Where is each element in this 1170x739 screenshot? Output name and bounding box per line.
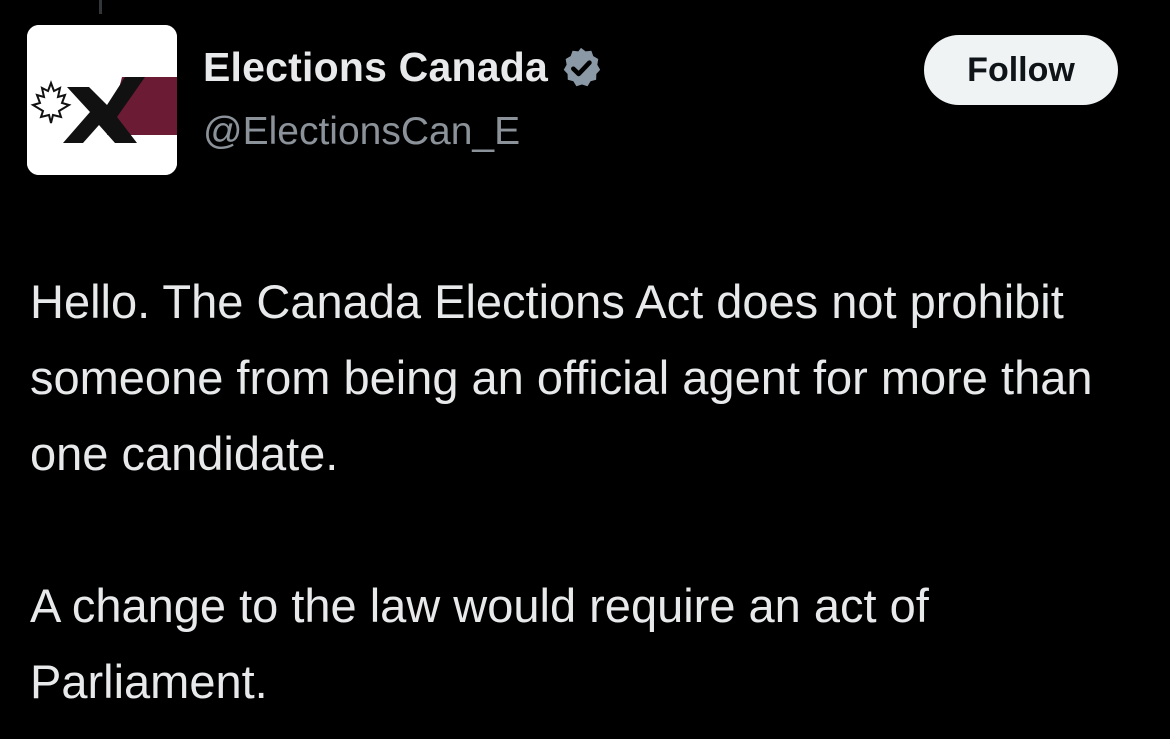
elections-canada-logo-icon — [27, 25, 177, 175]
tweet-paragraph: A change to the law would require an act… — [30, 579, 929, 708]
avatar[interactable] — [27, 25, 177, 175]
tweet-text: Hello. The Canada Elections Act does not… — [30, 264, 1150, 720]
author-handle[interactable]: @ElectionsCan_E — [203, 110, 520, 154]
verified-badge-icon[interactable] — [558, 45, 604, 91]
tweet-paragraph: Hello. The Canada Elections Act does not… — [30, 275, 1093, 480]
author-display-name[interactable]: Elections Canada — [203, 44, 548, 91]
author-name-row: Elections Canada — [203, 44, 604, 91]
follow-button[interactable]: Follow — [924, 35, 1118, 105]
thread-connector-line — [99, 0, 102, 14]
